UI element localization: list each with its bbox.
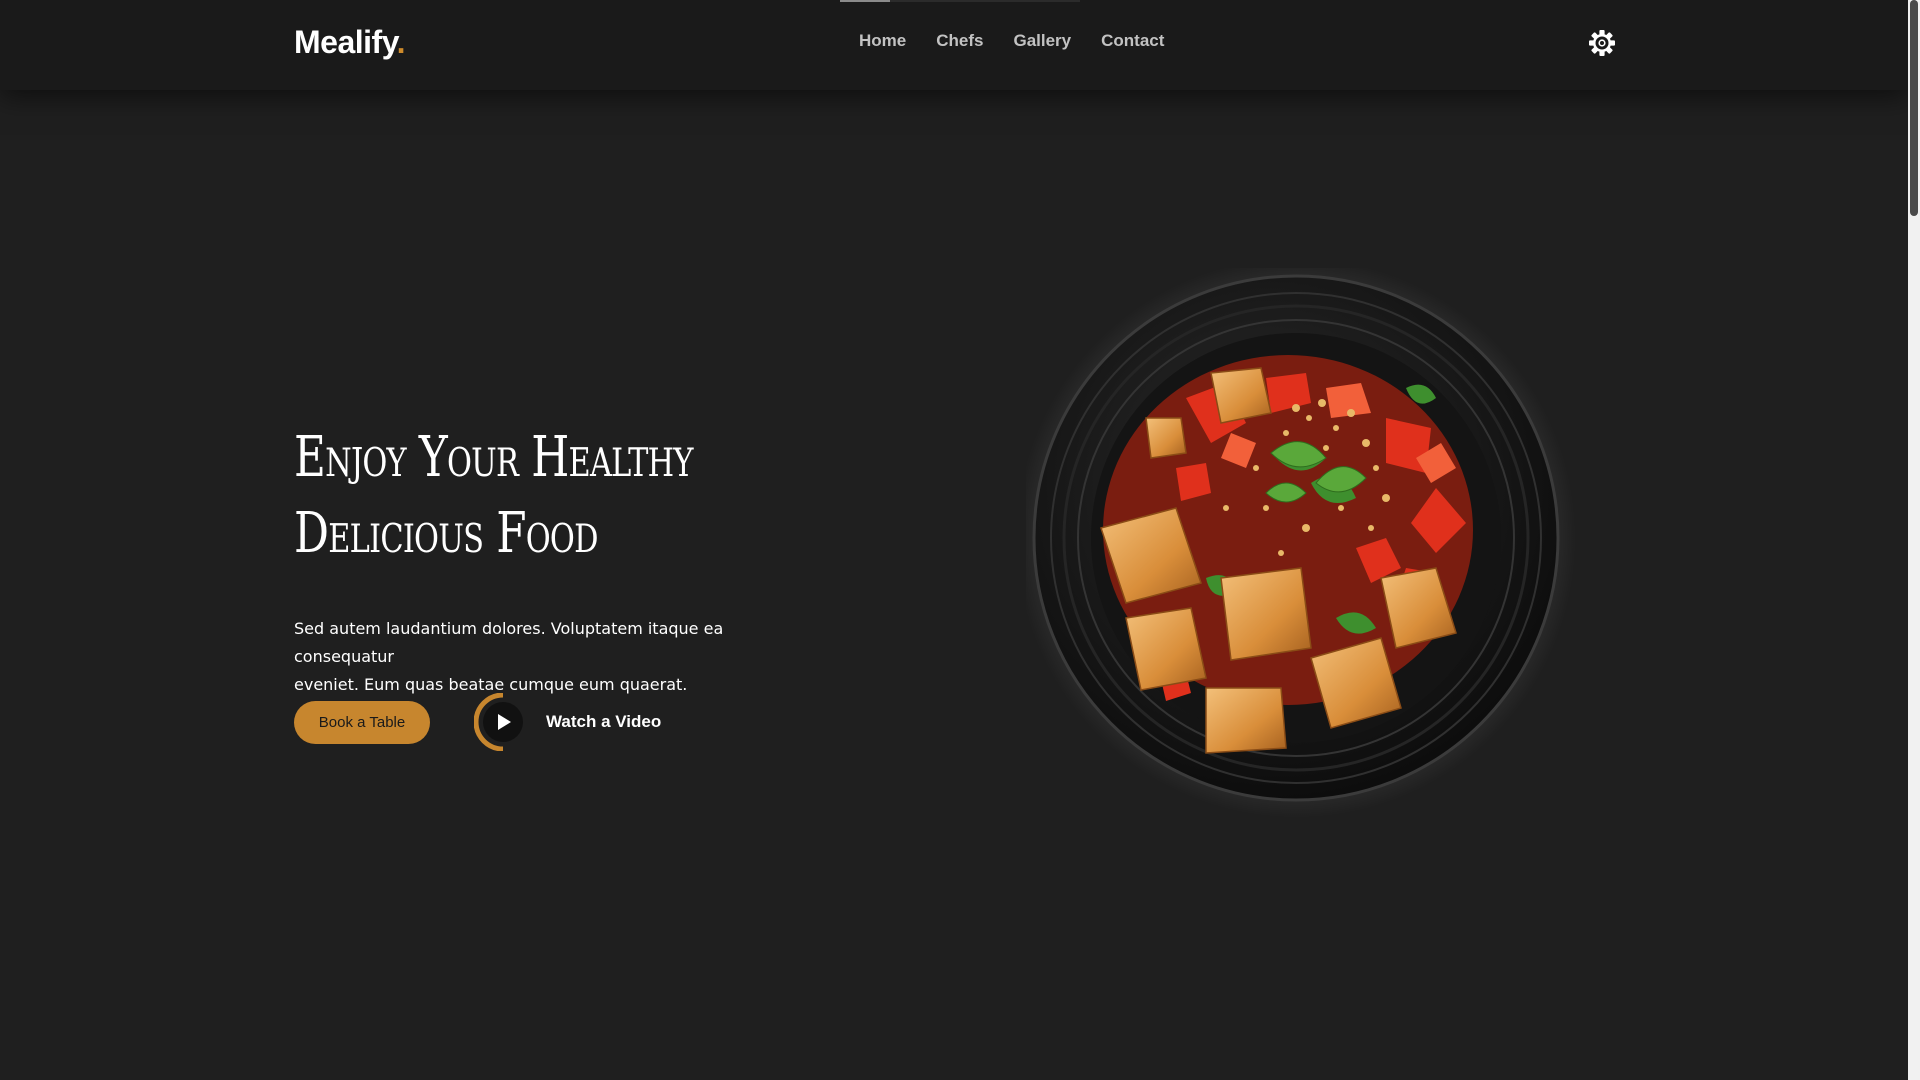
food-plate-image [1026,268,1576,818]
page: Mealify. Home Chefs Gallery Contact Enjo… [0,0,1920,1080]
nav-active-indicator [840,0,890,2]
hero-description: Sed autem laudantium dolores. Voluptatem… [294,615,814,699]
hero-description-line-1: Sed autem laudantium dolores. Voluptatem… [294,619,724,666]
book-table-button[interactable]: Book a Table [294,701,430,744]
watch-video-label: Watch a Video [546,712,662,731]
nav-item-home[interactable]: Home [859,31,906,51]
hero-title-line-2: Delicious Food [294,501,598,566]
hero-title-line-1: Enjoy Your Healthy [294,425,693,490]
gear-icon[interactable] [1588,29,1616,57]
play-icon [474,693,523,751]
main-nav: Home Chefs Gallery Contact [859,31,1164,51]
hero-title: Enjoy Your Healthy Delicious Food [294,420,693,572]
brand-name: Mealify [294,24,397,60]
nav-item-gallery[interactable]: Gallery [1013,31,1071,51]
nav-track [890,0,1080,2]
page-scrollbar[interactable] [1908,0,1920,1080]
scrollbar-thumb[interactable] [1910,0,1918,216]
brand-dot: . [396,24,406,60]
nav-item-chefs[interactable]: Chefs [936,31,983,51]
brand-logo[interactable]: Mealify. [294,24,406,61]
watch-video-button[interactable]: Watch a Video [474,693,661,751]
nav-item-contact[interactable]: Contact [1101,31,1164,51]
site-header: Mealify. Home Chefs Gallery Contact [0,0,1908,90]
